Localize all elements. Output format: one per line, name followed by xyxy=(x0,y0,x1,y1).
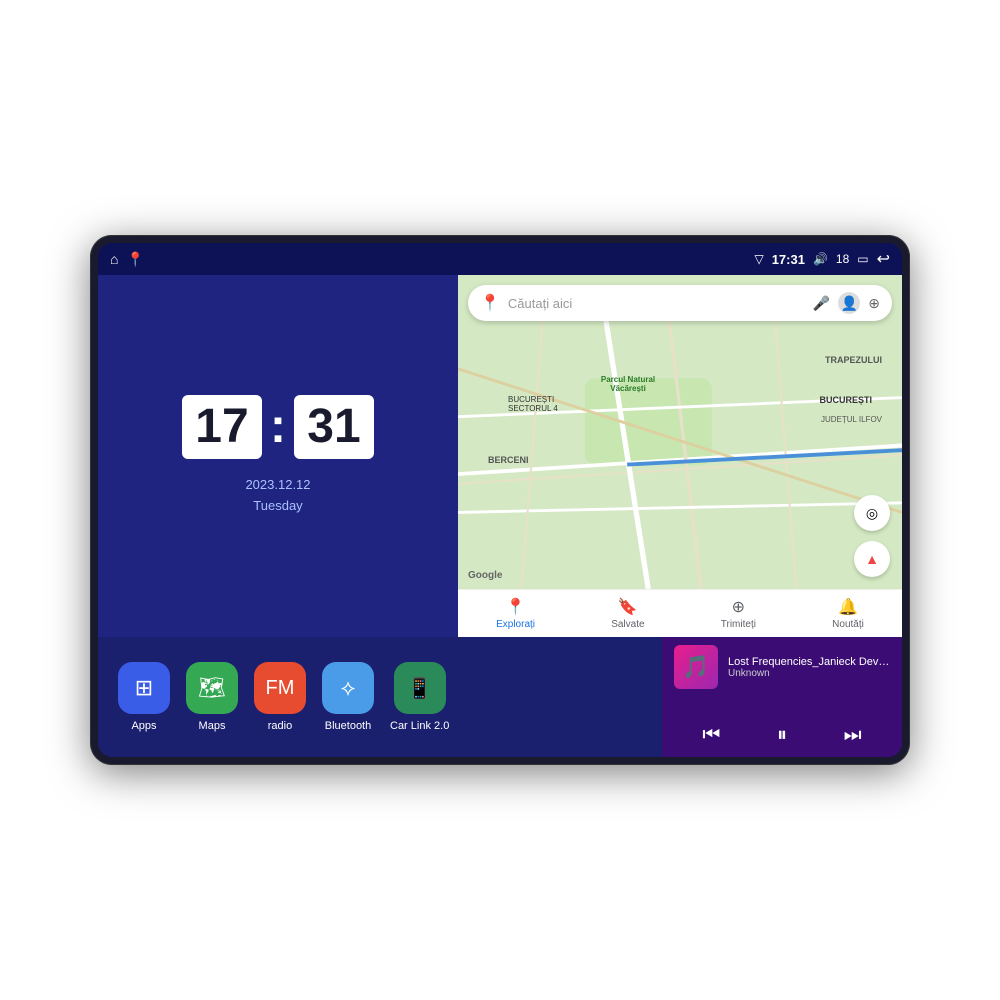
account-icon[interactable]: 👤 xyxy=(838,292,860,314)
map-bottom-bar: 📍 Explorați 🔖 Salvate ⊕ Trimiteți 🔔 xyxy=(458,589,902,637)
map-panel[interactable]: TRAPEZULUI BUCUREȘTI JUDEȚUL ILFOV BERCE… xyxy=(458,275,902,637)
noutati-icon: 🔔 xyxy=(838,597,858,617)
status-right: ▽ 17:31 🔊 18 ▭ ↩ xyxy=(754,249,890,269)
main-content: 17 : 31 2023.12.12 Tuesday xyxy=(98,275,902,757)
explorati-icon: 📍 xyxy=(506,597,526,617)
app-item-bluetooth[interactable]: ⟡ Bluetooth xyxy=(322,662,374,732)
bluetooth-label: Bluetooth xyxy=(325,720,371,732)
radio-label: radio xyxy=(268,720,292,732)
noutati-label: Noutăți xyxy=(832,619,864,630)
map-tab-salvate[interactable]: 🔖 Salvate xyxy=(611,597,644,630)
maps-label: Maps xyxy=(199,720,226,732)
volume-icon: 🔊 xyxy=(813,252,828,266)
media-player: 🎵 Lost Frequencies_Janieck Devy-... Unkn… xyxy=(662,637,902,757)
apps-label: Apps xyxy=(131,720,156,732)
salvate-icon: 🔖 xyxy=(618,597,638,617)
volume-level: 18 xyxy=(836,252,849,266)
map-search-text[interactable]: Căutați aici xyxy=(508,296,805,311)
maps-icon-wrap: 🗺 xyxy=(186,662,238,714)
map-tab-trimiteti[interactable]: ⊕ Trimiteți xyxy=(721,597,756,630)
app-item-maps[interactable]: 🗺 Maps xyxy=(186,662,238,732)
clock-colon: : xyxy=(270,403,286,451)
media-title: Lost Frequencies_Janieck Devy-... xyxy=(728,656,890,668)
bluetooth-icon: ⟡ xyxy=(341,675,356,701)
sectorul-label: BUCUREȘTISECTORUL 4 xyxy=(508,395,558,413)
clock-display: 17 : 31 xyxy=(182,395,374,459)
bucuresti-label: BUCUREȘTI xyxy=(819,395,872,405)
app-item-radio[interactable]: FM radio xyxy=(254,662,306,732)
status-left: ⌂ 📍 xyxy=(110,251,144,268)
media-info: Lost Frequencies_Janieck Devy-... Unknow… xyxy=(728,656,890,679)
trapezului-label: TRAPEZULUI xyxy=(825,355,882,365)
status-time: 17:31 xyxy=(772,252,805,267)
google-maps-icon: 📍 xyxy=(480,293,500,313)
carlink-label: Car Link 2.0 xyxy=(390,720,449,732)
radio-icon-wrap: FM xyxy=(254,662,306,714)
trimiteti-icon: ⊕ xyxy=(732,597,745,617)
battery-icon: ▭ xyxy=(857,252,868,266)
trimiteti-label: Trimiteți xyxy=(721,619,756,630)
apps-bar: ⊞ Apps 🗺 Maps FM radio xyxy=(98,637,662,757)
mic-icon[interactable]: 🎤 xyxy=(813,295,830,312)
album-art: 🎵 xyxy=(682,654,709,680)
map-search-right: 🎤 👤 ⊕ xyxy=(813,292,880,314)
maps-app-icon: 🗺 xyxy=(198,675,226,701)
media-controls: ⏮ ⏸ ⏭ xyxy=(674,722,890,749)
judetul-ilfov-label: JUDEȚUL ILFOV xyxy=(821,415,882,424)
bluetooth-icon-wrap: ⟡ xyxy=(322,662,374,714)
app-item-carlink[interactable]: 📱 Car Link 2.0 xyxy=(390,662,449,732)
location-icon: ◎ xyxy=(866,505,878,522)
map-tab-explorati[interactable]: 📍 Explorați xyxy=(496,597,535,630)
maps-status-icon[interactable]: 📍 xyxy=(126,251,143,268)
media-prev-button[interactable]: ⏮ xyxy=(694,722,728,749)
clock-minutes: 31 xyxy=(294,395,374,459)
app-item-apps[interactable]: ⊞ Apps xyxy=(118,662,170,732)
clock-hours: 17 xyxy=(182,395,262,459)
home-icon[interactable]: ⌂ xyxy=(110,251,118,267)
google-logo: Google xyxy=(468,570,502,581)
map-tab-noutati[interactable]: 🔔 Noutăți xyxy=(832,597,864,630)
salvate-label: Salvate xyxy=(611,619,644,630)
device-screen: ⌂ 📍 ▽ 17:31 🔊 18 ▭ ↩ 17 : xyxy=(98,243,902,757)
radio-icon: FM xyxy=(266,677,295,700)
map-search-bar[interactable]: 📍 Căutați aici 🎤 👤 ⊕ xyxy=(468,285,892,321)
carlink-icon-wrap: 📱 xyxy=(394,662,446,714)
media-top: 🎵 Lost Frequencies_Janieck Devy-... Unkn… xyxy=(674,645,890,689)
carlink-icon: 📱 xyxy=(407,676,432,701)
media-artist: Unknown xyxy=(728,668,890,679)
map-compass[interactable]: ▲ xyxy=(854,541,890,577)
berceni-label: BERCENI xyxy=(488,455,529,465)
media-thumbnail: 🎵 xyxy=(674,645,718,689)
clock-date: 2023.12.12 Tuesday xyxy=(245,475,310,517)
media-play-button[interactable]: ⏸ xyxy=(769,722,795,749)
bottom-section: ⊞ Apps 🗺 Maps FM radio xyxy=(98,637,902,757)
clock-panel: 17 : 31 2023.12.12 Tuesday xyxy=(98,275,458,637)
media-next-button[interactable]: ⏭ xyxy=(836,722,870,749)
explorati-label: Explorați xyxy=(496,619,535,630)
compass-icon: ▲ xyxy=(865,551,879,567)
parcul-label: Parcul Natural Văcărești xyxy=(588,375,668,393)
device-frame: ⌂ 📍 ▽ 17:31 🔊 18 ▭ ↩ 17 : xyxy=(90,235,910,765)
apps-icon: ⊞ xyxy=(135,675,153,701)
back-icon[interactable]: ↩ xyxy=(877,249,890,269)
layers-icon[interactable]: ⊕ xyxy=(868,295,880,312)
apps-icon-wrap: ⊞ xyxy=(118,662,170,714)
status-bar: ⌂ 📍 ▽ 17:31 🔊 18 ▭ ↩ xyxy=(98,243,902,275)
signal-icon: ▽ xyxy=(754,252,763,266)
top-section: 17 : 31 2023.12.12 Tuesday xyxy=(98,275,902,637)
map-location-button[interactable]: ◎ xyxy=(854,495,890,531)
